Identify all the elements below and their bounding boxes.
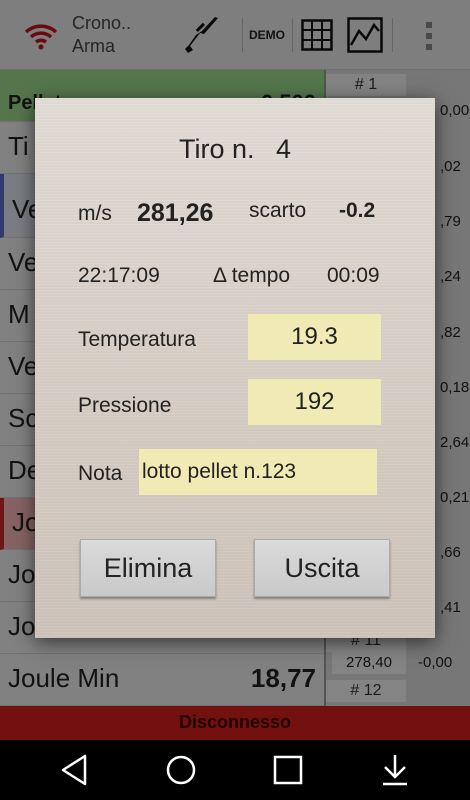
- speed-unit: m/s: [78, 202, 112, 225]
- shot-time: 22:17:09: [78, 264, 160, 287]
- note-label: Nota: [78, 462, 123, 485]
- speed-value: 281,26: [137, 199, 214, 227]
- home-icon[interactable]: [163, 752, 199, 788]
- deviation-value: -0.2: [339, 199, 376, 222]
- temperature-label: Temperatura: [78, 328, 196, 351]
- note-field[interactable]: lotto pellet n.123: [139, 449, 377, 495]
- download-icon[interactable]: [377, 752, 413, 788]
- shot-detail-dialog: Tiro n. 4 m/s 281,26 scarto -0.2 22:17:0…: [35, 98, 435, 638]
- pressure-field[interactable]: 192: [248, 379, 381, 425]
- pressure-label: Pressione: [78, 394, 172, 417]
- recents-icon[interactable]: [270, 752, 306, 788]
- deviation-label: scarto: [249, 199, 307, 222]
- back-icon[interactable]: [57, 752, 93, 788]
- delta-time-value: 00:09: [327, 264, 380, 287]
- delete-button[interactable]: Elimina: [80, 539, 216, 597]
- delta-time-label: Δ tempo: [213, 264, 291, 287]
- temperature-field[interactable]: 19.3: [248, 314, 381, 360]
- dialog-title: Tiro n. 4: [35, 134, 435, 165]
- shot-title-label: Tiro n.: [178, 134, 255, 164]
- system-nav-bar: [0, 740, 470, 800]
- shot-number: 4: [276, 134, 292, 164]
- exit-button[interactable]: Uscita: [254, 539, 390, 597]
